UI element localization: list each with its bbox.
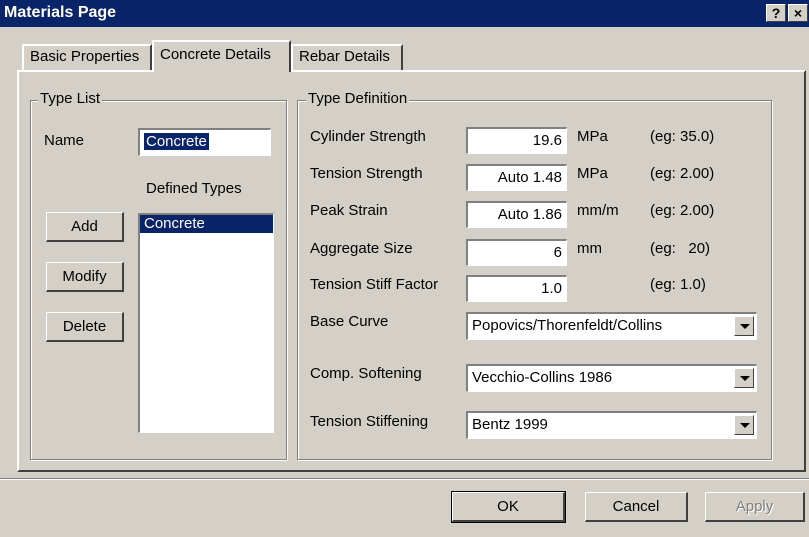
base-curve-select[interactable]: Popovics/Thorenfeldt/Collins: [466, 312, 757, 340]
footer-separator: [0, 478, 809, 480]
window-title: Materials Page: [4, 4, 117, 21]
tension-strength-unit: MPa: [577, 165, 608, 182]
name-field-value: Concrete: [144, 133, 209, 150]
comp-softening-label: Comp. Softening: [310, 365, 422, 382]
close-button[interactable]: ×: [788, 4, 808, 22]
comp-softening-value: Vecchio-Collins 1986: [472, 369, 613, 386]
close-icon: ×: [793, 5, 803, 21]
defined-types-label: Defined Types: [146, 180, 242, 197]
peak-strain-field[interactable]: Auto 1.86: [466, 201, 567, 228]
apply-button[interactable]: Apply: [705, 492, 805, 522]
cylinder-strength-unit: MPa: [577, 128, 608, 145]
cancel-button[interactable]: Cancel: [585, 492, 688, 522]
delete-button[interactable]: Delete: [46, 312, 124, 342]
name-field[interactable]: Concrete: [138, 128, 271, 156]
chevron-down-icon[interactable]: [734, 415, 754, 435]
tension-stiffening-value: Bentz 1999: [472, 416, 548, 433]
aggregate-size-field[interactable]: 6: [466, 239, 567, 266]
chevron-down-icon[interactable]: [734, 368, 754, 388]
peak-strain-label: Peak Strain: [310, 202, 388, 219]
tension-stiffening-label: Tension Stiffening: [310, 413, 429, 430]
aggregate-size-example: (eg: 20): [650, 240, 711, 257]
peak-strain-example: (eg: 2.00): [650, 202, 715, 219]
chevron-down-icon[interactable]: [734, 316, 754, 336]
cylinder-strength-label: Cylinder Strength: [310, 128, 426, 145]
title-bar: Materials Page ? ×: [0, 0, 809, 27]
aggregate-size-label: Aggregate Size: [310, 240, 413, 257]
peak-strain-unit: mm/m: [577, 202, 619, 219]
tab-basic-properties[interactable]: Basic Properties: [22, 44, 152, 70]
tension-stiffening-select[interactable]: Bentz 1999: [466, 411, 757, 439]
base-curve-value: Popovics/Thorenfeldt/Collins: [472, 317, 663, 334]
ok-button[interactable]: OK: [451, 491, 566, 523]
tension-stiff-factor-field[interactable]: 1.0: [466, 275, 567, 302]
cylinder-strength-example: (eg: 35.0): [650, 128, 715, 145]
tension-strength-example: (eg: 2.00): [650, 165, 715, 182]
list-item[interactable]: Concrete: [140, 215, 273, 233]
comp-softening-select[interactable]: Vecchio-Collins 1986: [466, 364, 757, 392]
tab-concrete-details[interactable]: Concrete Details: [152, 40, 291, 72]
tab-rebar-details[interactable]: Rebar Details: [291, 44, 403, 70]
modify-button[interactable]: Modify: [46, 262, 124, 292]
add-button[interactable]: Add: [46, 212, 124, 242]
defined-types-list[interactable]: Concrete: [138, 213, 274, 433]
cylinder-strength-field[interactable]: 19.6: [466, 127, 567, 154]
tension-stiff-factor-label: Tension Stiff Factor: [310, 276, 439, 293]
tension-strength-label: Tension Strength: [310, 165, 423, 182]
aggregate-size-unit: mm: [577, 240, 602, 257]
base-curve-label: Base Curve: [310, 313, 389, 330]
name-label: Name: [44, 132, 85, 149]
type-definition-group-label: Type Definition: [306, 90, 410, 107]
tension-strength-field[interactable]: Auto 1.48: [466, 164, 567, 191]
help-button[interactable]: ?: [766, 4, 786, 22]
type-list-group-label: Type List: [38, 90, 103, 107]
tension-stiff-factor-example: (eg: 1.0): [650, 276, 706, 293]
